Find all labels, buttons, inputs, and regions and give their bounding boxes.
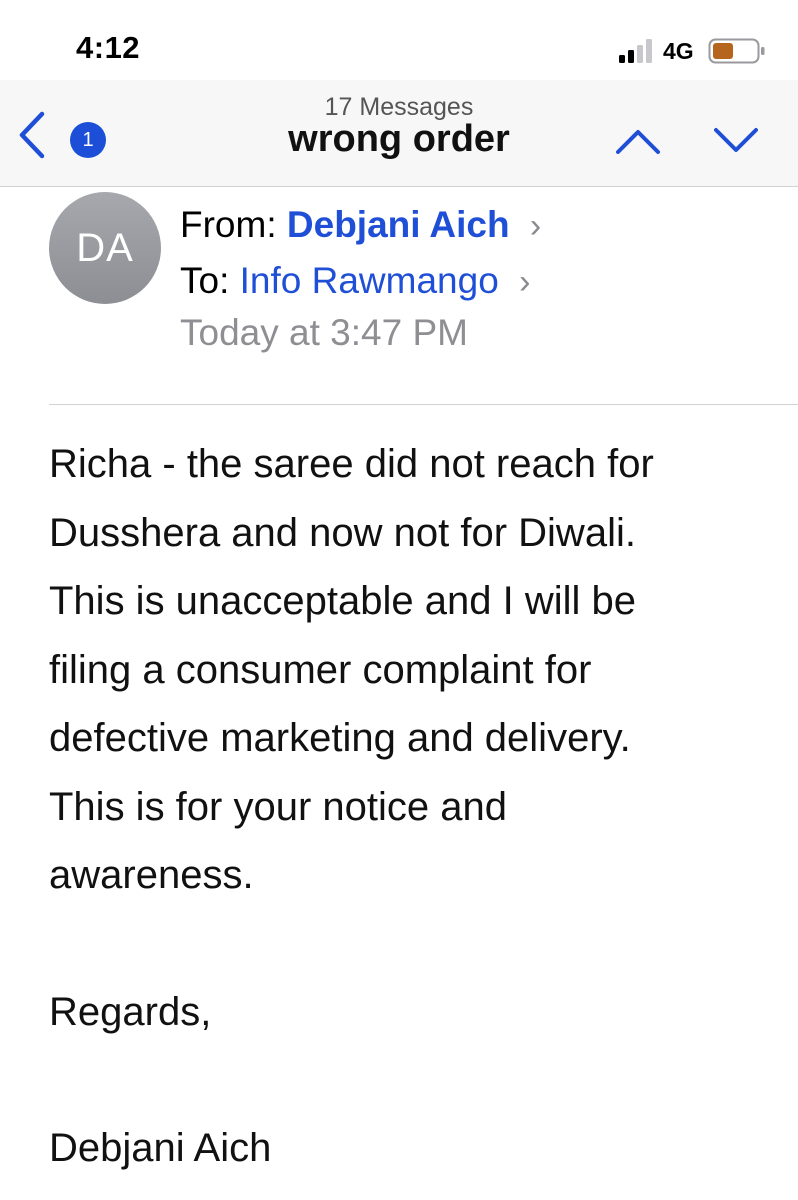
to-label: To: bbox=[180, 260, 230, 301]
signature-line: Debjani Aich bbox=[49, 1126, 272, 1170]
body-line: awareness. bbox=[49, 853, 254, 897]
status-time: 4:12 bbox=[76, 30, 141, 65]
closing-line: Regards, bbox=[49, 989, 212, 1034]
to-line: To: Info Rawmango › bbox=[180, 260, 530, 302]
body-line: This is for your notice and bbox=[49, 784, 507, 829]
status-bar: 4:12 4G bbox=[0, 0, 798, 80]
body-line: Richa - the saree did not reach for bbox=[49, 442, 654, 486]
mail-body: Richa - the saree did not reach for Duss… bbox=[49, 430, 779, 1183]
from-line: From: Debjani Aich › bbox=[180, 204, 541, 246]
battery-icon bbox=[708, 38, 765, 64]
from-label: From: bbox=[180, 204, 277, 245]
avatar[interactable]: DA bbox=[49, 192, 161, 304]
chevron-up-icon[interactable] bbox=[614, 124, 662, 158]
chevron-right-icon[interactable]: › bbox=[519, 263, 530, 301]
body-line: This is unacceptable and I will be bbox=[49, 579, 636, 623]
divider bbox=[49, 404, 798, 405]
thread-title: wrong order bbox=[288, 118, 510, 160]
signal-icon bbox=[619, 39, 652, 63]
nav-header: 1 17 Messages wrong order bbox=[0, 80, 798, 187]
mail-date: Today at 3:47 PM bbox=[180, 312, 468, 353]
body-line: defective marketing and delivery. bbox=[49, 716, 631, 760]
chevron-right-icon[interactable]: › bbox=[530, 207, 541, 245]
chevron-down-icon[interactable] bbox=[712, 124, 760, 158]
sender-name[interactable]: Debjani Aich bbox=[287, 204, 510, 245]
body-line: filing a consumer complaint for bbox=[49, 647, 592, 692]
network-label: 4G bbox=[663, 38, 694, 64]
recipient-name[interactable]: Info Rawmango bbox=[240, 260, 499, 301]
body-line: Dusshera and now not for Diwali. bbox=[49, 510, 636, 555]
